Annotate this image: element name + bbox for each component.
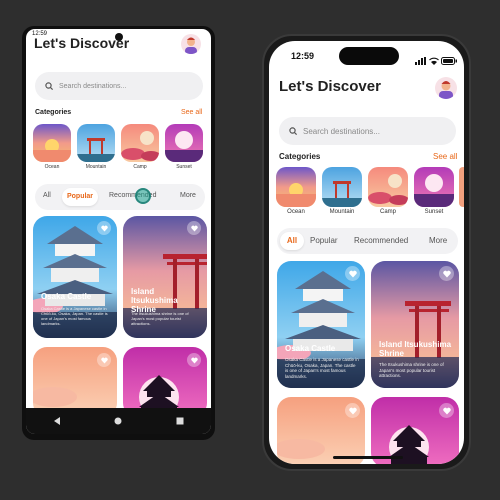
card-description: The Itsukushima shrine is one of Japan's…: [131, 311, 189, 326]
category-label: Camp: [133, 164, 147, 170]
category-label: Mountain: [85, 164, 107, 170]
iphone-screen: 12:59 Let's Discover Search destinations…: [269, 41, 464, 464]
camp-thumbnail: [368, 167, 408, 207]
tab-more[interactable]: More: [180, 192, 196, 199]
card-title: Island Itsukushima Shrine: [379, 340, 452, 358]
recents-icon: [176, 417, 184, 425]
category-label: Mountain: [329, 209, 355, 215]
home-indicator[interactable]: [333, 456, 403, 459]
back-button[interactable]: [52, 416, 62, 426]
heart-icon: [100, 357, 108, 363]
favorite-button[interactable]: [439, 403, 454, 418]
camp-thumbnail: [121, 124, 159, 162]
sunset-thumbnail: [165, 124, 203, 162]
search-placeholder: Search destinations...: [59, 82, 127, 90]
signal-icon: [415, 52, 427, 70]
tab-all[interactable]: All: [280, 232, 304, 250]
mountain-thumbnail: [322, 167, 362, 207]
page-title: Let's Discover: [34, 35, 130, 51]
home-button[interactable]: [113, 416, 123, 426]
favorite-button[interactable]: [439, 266, 454, 281]
heart-icon: [348, 407, 357, 414]
category-overflow: [459, 167, 464, 207]
category-ocean[interactable]: Ocean: [33, 124, 71, 170]
favorite-button[interactable]: [345, 403, 360, 418]
touch-indicator: [135, 188, 151, 204]
destination-card-osaka[interactable]: Osaka Castle Osaka Castle is a Japanese …: [277, 261, 365, 388]
back-icon: [53, 417, 60, 425]
search-input[interactable]: Search destinations...: [279, 117, 456, 145]
page-title: Let's Discover: [279, 78, 381, 95]
category-label: Camp: [379, 209, 396, 215]
tab-recommended[interactable]: Recommended: [354, 236, 408, 245]
heart-icon: [100, 225, 108, 231]
category-label: Sunset: [176, 164, 192, 170]
ocean-thumbnail: [276, 167, 316, 207]
category-mountain[interactable]: Mountain: [77, 124, 115, 170]
favorite-button[interactable]: [187, 353, 201, 367]
tab-popular[interactable]: Popular: [62, 188, 98, 206]
android-screen: 12:59 Let's Discover Search destinations…: [26, 29, 211, 434]
sunset-thumbnail: [414, 167, 454, 207]
card-description: The Itsukushima shrine is one of Japan's…: [379, 362, 444, 379]
favorite-button[interactable]: [97, 353, 111, 367]
favorite-button[interactable]: [97, 221, 111, 235]
iphone-device-frame: 12:59 Let's Discover Search destinations…: [262, 34, 471, 471]
category-camp[interactable]: Camp: [368, 167, 408, 215]
see-all-link[interactable]: See all: [433, 152, 457, 161]
tab-all[interactable]: All: [43, 192, 51, 199]
heart-icon: [348, 270, 357, 277]
tab-more[interactable]: More: [429, 236, 447, 245]
battery-icon: [441, 52, 457, 70]
search-input[interactable]: Search destinations...: [35, 72, 203, 100]
categories-heading: Categories: [35, 109, 72, 116]
card-description: Osaka Castle is a Japanese castle in Chū…: [41, 306, 108, 326]
destination-card-itsukushima[interactable]: Island Itsukushima Shrine The Itsukushim…: [371, 261, 459, 388]
avatar[interactable]: [181, 34, 201, 54]
category-mountain[interactable]: Mountain: [322, 167, 362, 215]
destination-card-partial[interactable]: [371, 397, 459, 464]
card-title: Osaka Castle: [285, 344, 336, 353]
search-icon: [289, 127, 297, 135]
category-sunset[interactable]: Sunset: [165, 124, 203, 170]
ocean-thumbnail: [33, 124, 71, 162]
home-icon: [114, 417, 122, 425]
filter-tabs: All Popular Recommended More: [35, 184, 205, 210]
android-nav-bar: [26, 408, 211, 434]
destination-card-itsukushima[interactable]: Island Itsukushima Shrine The Itsukushim…: [123, 216, 207, 338]
search-icon: [45, 82, 53, 90]
category-label: Ocean: [44, 164, 60, 170]
search-placeholder: Search destinations...: [303, 126, 380, 136]
category-label: Ocean: [287, 209, 305, 215]
category-camp[interactable]: Camp: [121, 124, 159, 170]
tab-popular[interactable]: Popular: [310, 236, 338, 245]
favorite-button[interactable]: [345, 266, 360, 281]
mountain-thumbnail: [77, 124, 115, 162]
see-all-link[interactable]: See all: [181, 109, 202, 116]
category-sunset[interactable]: Sunset: [414, 167, 454, 215]
card-title: Osaka Castle: [41, 292, 92, 301]
avatar-icon: [439, 81, 453, 99]
wifi-icon: [429, 52, 439, 70]
categories-heading: Categories: [279, 152, 321, 161]
heart-icon: [190, 357, 198, 363]
filter-tabs: All Popular Recommended More: [277, 228, 458, 254]
destination-card-partial[interactable]: [277, 397, 365, 464]
heart-icon: [442, 270, 451, 277]
card-description: Osaka Castle is a Japanese castle in Chū…: [285, 357, 359, 379]
recents-button[interactable]: [175, 416, 185, 426]
destination-card-osaka[interactable]: Osaka Castle Osaka Castle is a Japanese …: [33, 216, 117, 338]
category-label: Sunset: [424, 209, 444, 215]
favorite-button[interactable]: [187, 221, 201, 235]
destination-card-partial[interactable]: [123, 347, 207, 417]
android-device-frame: 12:59 Let's Discover Search destinations…: [22, 26, 215, 440]
heart-icon: [190, 225, 198, 231]
dynamic-island: [339, 47, 399, 65]
heart-icon: [442, 407, 451, 414]
avatar-icon: [185, 37, 197, 54]
destination-card-partial[interactable]: [33, 347, 117, 417]
category-ocean[interactable]: Ocean: [276, 167, 316, 215]
avatar[interactable]: [435, 77, 457, 99]
status-time: 12:59: [291, 51, 315, 61]
